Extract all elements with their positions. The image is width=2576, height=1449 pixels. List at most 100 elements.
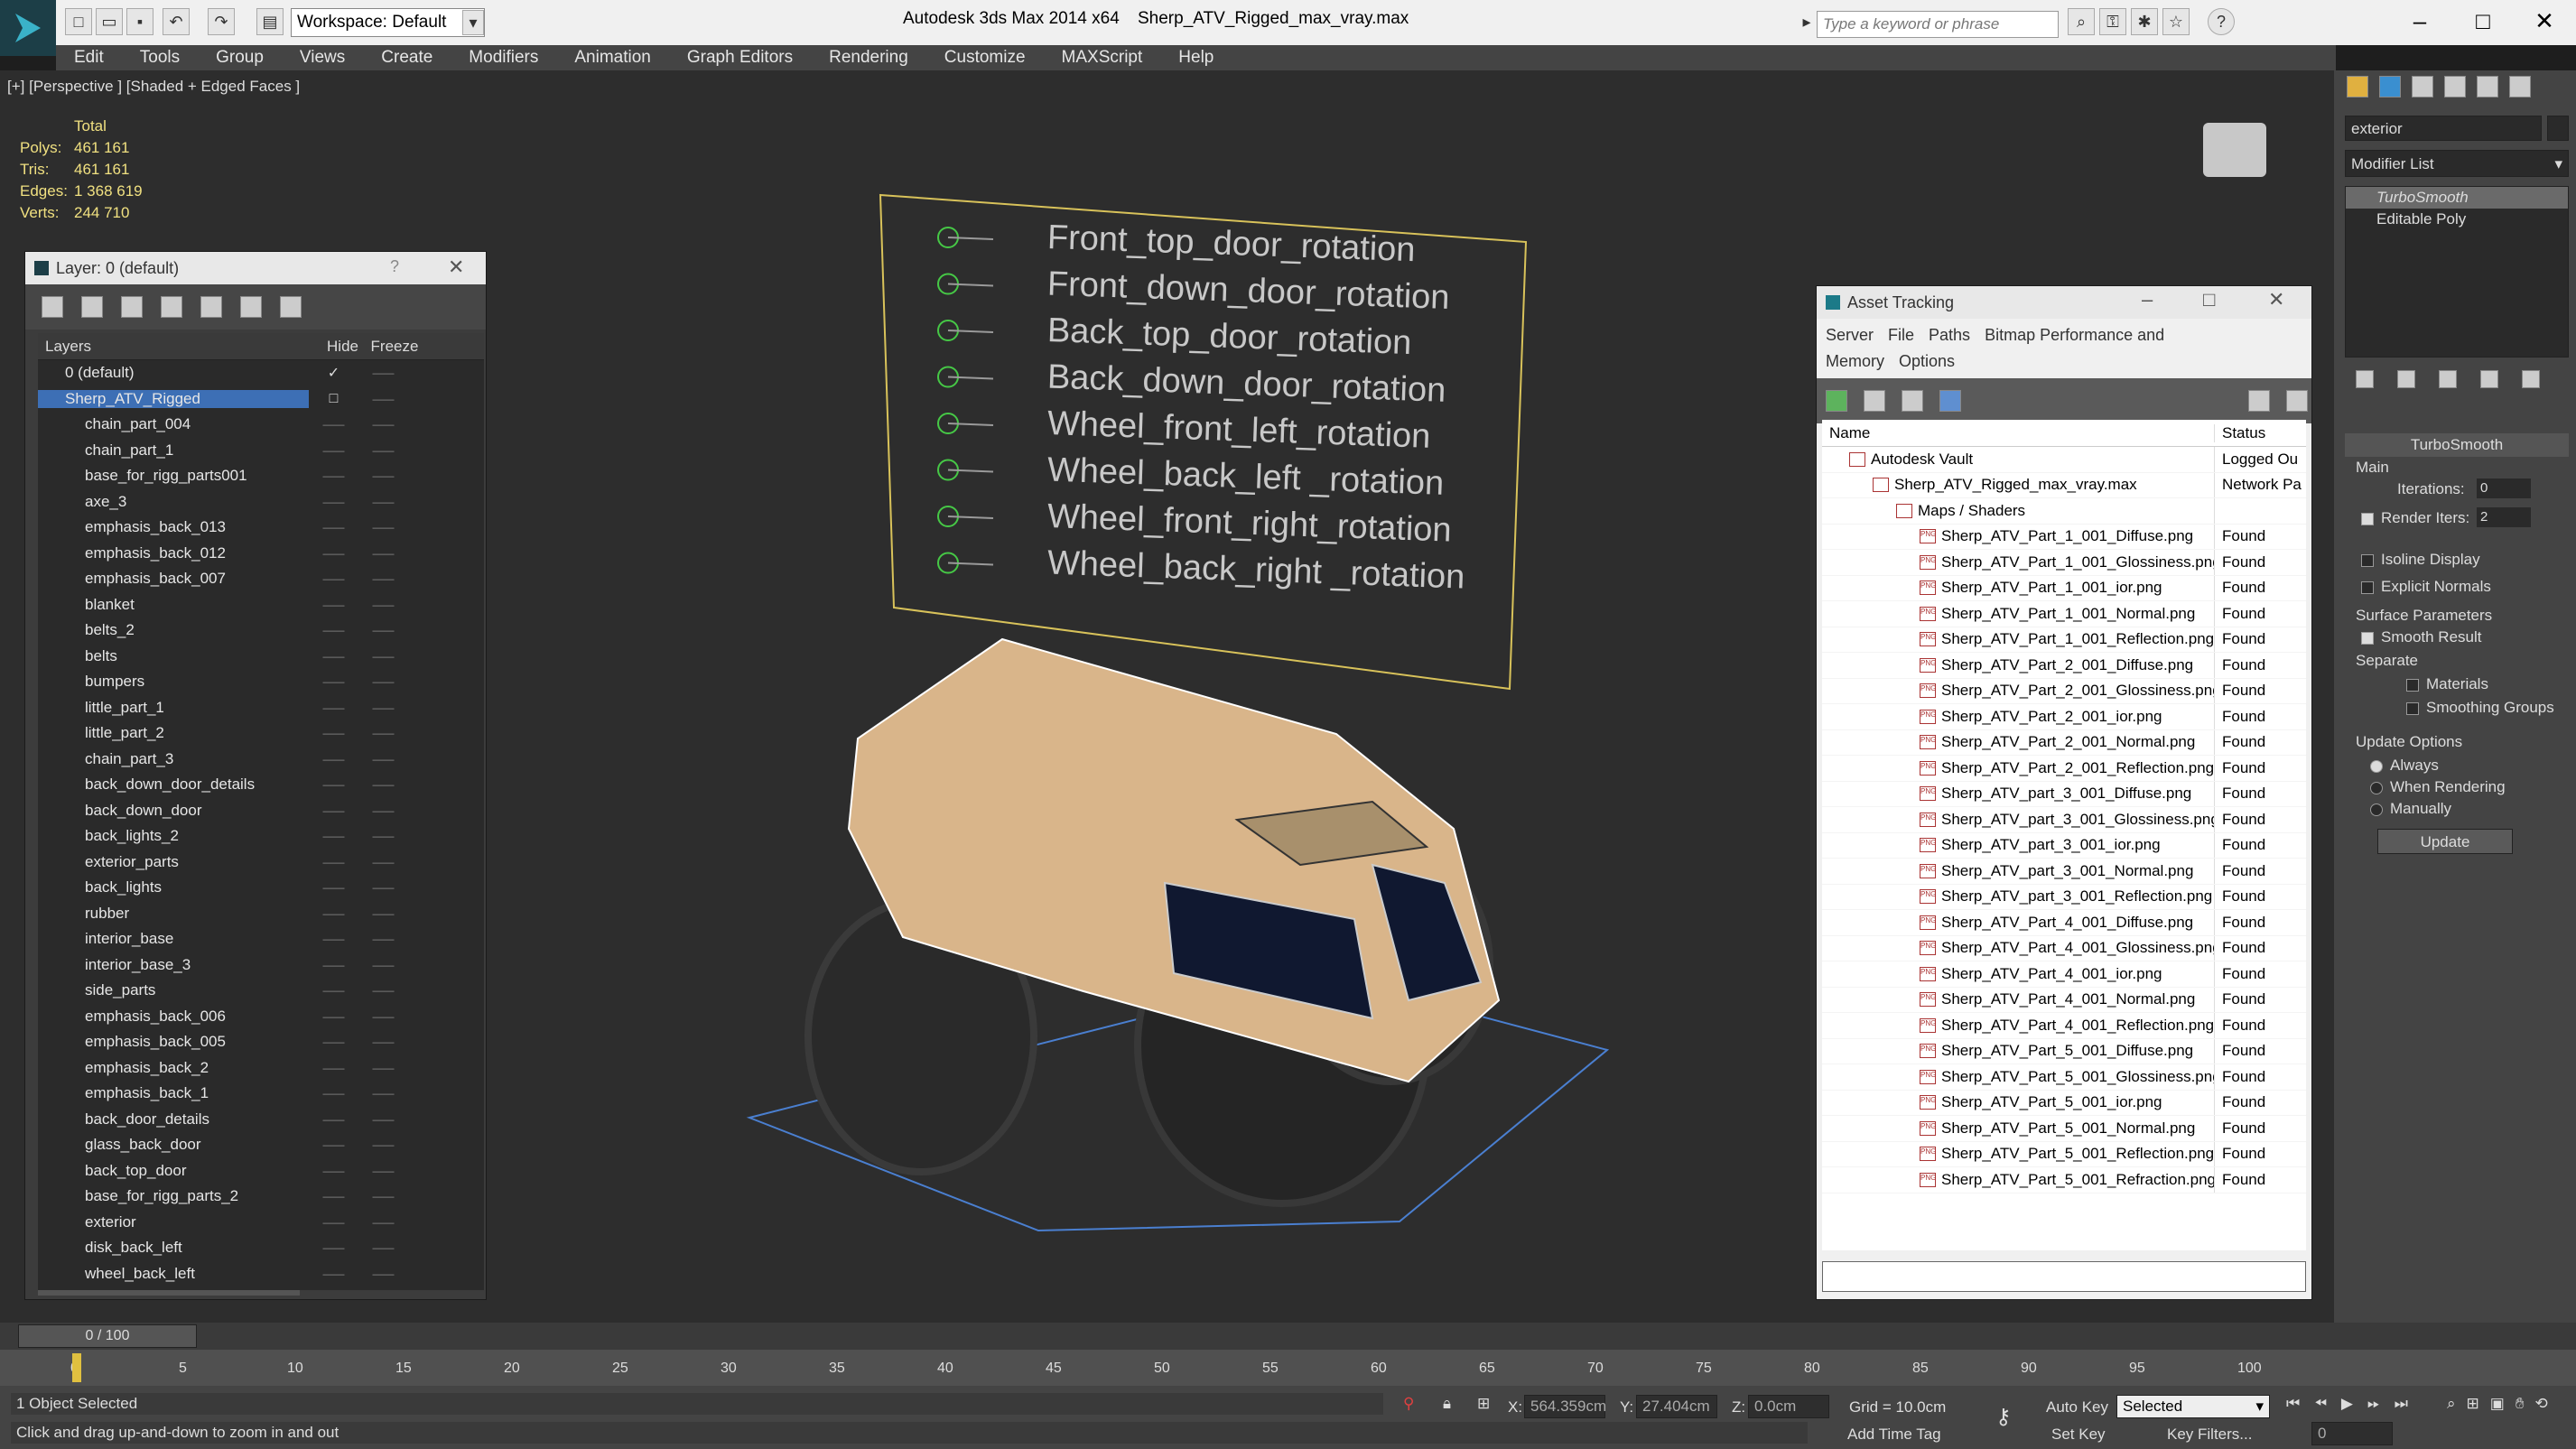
object-color-swatch[interactable] <box>2547 116 2569 141</box>
freeze-toggle[interactable]: —— <box>358 1165 408 1177</box>
freeze-toggle[interactable]: —— <box>358 367 408 379</box>
utilities-tab-icon[interactable] <box>2509 76 2531 98</box>
delete-layer-icon[interactable] <box>81 296 103 318</box>
detail-view-icon[interactable] <box>1902 390 1923 412</box>
zoom-extents-icon[interactable]: ▣ <box>2490 1395 2505 1413</box>
freeze-toggle[interactable]: —— <box>358 1062 408 1074</box>
freeze-toggle[interactable]: —— <box>358 933 408 945</box>
track-bar[interactable]: 0510152025303540455055606570758085909510… <box>0 1350 2576 1386</box>
hide-toggle[interactable]: —— <box>309 856 358 868</box>
freeze-toggle[interactable]: —— <box>358 1138 408 1151</box>
minimize-icon[interactable]: – <box>2142 288 2153 311</box>
freeze-toggle[interactable]: —— <box>358 675 408 688</box>
smooth-result-checkbox[interactable] <box>2361 631 2374 645</box>
freeze-toggle[interactable]: —— <box>358 804 408 817</box>
freeze-toggle[interactable]: —— <box>358 753 408 766</box>
remove-modifier-icon[interactable] <box>2480 370 2498 388</box>
layer-title-bar[interactable]: Layer: 0 (default) ? ✕ <box>25 252 486 284</box>
hide-toggle[interactable]: —— <box>309 1113 358 1126</box>
modify-tab-icon[interactable] <box>2379 76 2401 98</box>
asset-row[interactable]: PNG Sherp_ATV_Part_2_001_ior.png Found <box>1822 704 2306 730</box>
layer-help-icon[interactable]: ? <box>390 257 399 276</box>
minimize-icon[interactable]: – <box>2388 0 2451 42</box>
stack-item-turbosmooth[interactable]: TurboSmooth <box>2346 187 2568 209</box>
asset-row[interactable]: PNG Sherp_ATV_Part_1_001_Reflection.png Fo… <box>1822 627 2306 653</box>
add-time-tag-button[interactable]: Add Time Tag <box>1847 1426 1941 1444</box>
hide-toggle[interactable]: —— <box>309 1036 358 1048</box>
freeze-toggle[interactable]: —— <box>358 727 408 739</box>
materials-checkbox[interactable] <box>2406 678 2419 692</box>
asset-row[interactable]: PNG Sherp_ATV_Part_1_001_Diffuse.png Found <box>1822 524 2306 550</box>
layer-object-row[interactable]: side_parts —— —— <box>38 978 484 1004</box>
table-view-icon[interactable] <box>1939 390 1961 412</box>
freeze-toggle[interactable]: —— <box>358 1216 408 1229</box>
undo-icon[interactable]: ↶ <box>163 8 190 35</box>
time-slider[interactable]: 0 / 100 <box>0 1323 2576 1350</box>
make-unique-icon[interactable] <box>2439 370 2457 388</box>
freeze-toggle[interactable]: —— <box>358 393 408 405</box>
col-layers[interactable]: Layers <box>38 338 318 356</box>
x-coordinate-field[interactable]: 564.359cm <box>1524 1395 1606 1418</box>
asset-path-field[interactable] <box>1822 1261 2306 1292</box>
new-icon[interactable]: □ <box>65 8 92 35</box>
maximize-icon[interactable]: □ <box>2203 288 2215 311</box>
freeze-toggle[interactable]: —— <box>358 701 408 714</box>
show-end-result-icon[interactable] <box>2397 370 2415 388</box>
freeze-toggle[interactable]: —— <box>358 1113 408 1126</box>
freeze-toggle[interactable]: —— <box>358 984 408 997</box>
asset-row[interactable]: PNG Sherp_ATV_Part_4_001_ior.png Found <box>1822 961 2306 988</box>
layer-object-row[interactable]: emphasis_back_2 —— —— <box>38 1055 484 1082</box>
chevron-down-icon[interactable]: ▾ <box>462 10 484 35</box>
layer-object-row[interactable]: emphasis_back_1 —— —— <box>38 1081 484 1107</box>
asset-row[interactable]: PNG Sherp_ATV_Part_5_001_Glossiness.png Fo… <box>1822 1064 2306 1091</box>
hide-toggle[interactable]: —— <box>309 1241 358 1254</box>
layer-object-row[interactable]: emphasis_back_005 —— —— <box>38 1029 484 1055</box>
layer-object-row[interactable]: chain_part_004 —— —— <box>38 412 484 438</box>
layer-object-row[interactable]: disk_back_left —— —— <box>38 1235 484 1261</box>
hide-toggle[interactable]: —— <box>309 572 358 585</box>
y-coordinate-field[interactable]: 27.404cm <box>1636 1395 1717 1418</box>
menu-item-create[interactable]: Create <box>363 48 451 68</box>
layer-object-row[interactable]: chain_part_1 —— —— <box>38 438 484 464</box>
z-coordinate-field[interactable]: 0.0cm <box>1748 1395 1829 1418</box>
hide-toggle[interactable]: —— <box>309 1010 358 1023</box>
asset-title-bar[interactable]: Asset Tracking – □ ✕ <box>1817 286 2311 319</box>
layer-object-row[interactable]: axe_3 —— —— <box>38 489 484 516</box>
render-iters-checkbox[interactable] <box>2361 512 2374 525</box>
redo-icon[interactable]: ↷ <box>208 8 235 35</box>
asset-row[interactable]: PNG Sherp_ATV_Part_4_001_Reflection.png Fo… <box>1822 1013 2306 1039</box>
menu-item-maxscript[interactable]: MAXScript <box>1044 48 1161 68</box>
hide-toggle[interactable]: —— <box>309 599 358 611</box>
open-icon[interactable]: ▭ <box>96 8 123 35</box>
asset-row[interactable]: Maps / Shaders <box>1822 498 2306 525</box>
hide-toggle[interactable]: —— <box>309 521 358 534</box>
set-key-button[interactable]: Set Key <box>2051 1426 2106 1444</box>
col-status[interactable]: Status <box>2215 424 2265 442</box>
asset-row[interactable]: PNG Sherp_ATV_Part_1_001_ior.png Found <box>1822 575 2306 601</box>
hierarchy-tab-icon[interactable] <box>2412 76 2433 98</box>
asset-menu-file[interactable]: File <box>1888 326 1914 344</box>
communication-icon[interactable]: ✱ <box>2131 8 2158 35</box>
freeze-toggle[interactable]: —— <box>358 547 408 560</box>
hide-toggle[interactable]: —— <box>309 624 358 636</box>
layer-object-row[interactable]: emphasis_back_013 —— —— <box>38 515 484 541</box>
arrow-right-icon[interactable]: ▸ <box>1799 8 1815 35</box>
asset-row[interactable]: PNG Sherp_ATV_Part_2_001_Normal.png Found <box>1822 729 2306 756</box>
previous-frame-icon[interactable]: ⏪︎ <box>2314 1395 2327 1413</box>
menu-item-rendering[interactable]: Rendering <box>811 48 926 68</box>
motion-tab-icon[interactable] <box>2444 76 2466 98</box>
create-tab-icon[interactable] <box>2347 76 2368 98</box>
freeze-toggle[interactable]: —— <box>358 830 408 842</box>
layer-object-row[interactable]: wheel_back_left —— —— <box>38 1261 484 1287</box>
freeze-toggle[interactable]: —— <box>358 1190 408 1203</box>
hide-toggle[interactable]: —— <box>309 701 358 714</box>
freeze-toggle[interactable]: —— <box>358 778 408 791</box>
menu-item-edit[interactable]: Edit <box>56 48 122 68</box>
freeze-toggle[interactable]: —— <box>358 881 408 894</box>
go-to-start-icon[interactable]: ⏮︎ <box>2286 1395 2300 1413</box>
hide-toggle[interactable]: —— <box>309 984 358 997</box>
layer-object-row[interactable]: bumpers —— —— <box>38 669 484 695</box>
menu-item-modifiers[interactable]: Modifiers <box>451 48 556 68</box>
layer-object-row[interactable]: exterior —— —— <box>38 1210 484 1236</box>
col-freeze[interactable]: Freeze <box>367 338 422 356</box>
